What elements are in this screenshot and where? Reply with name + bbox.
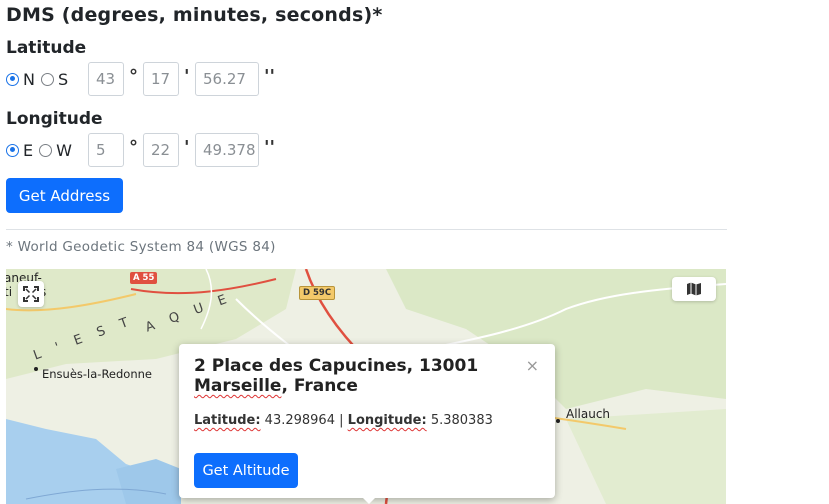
longitude-minute-symbol: ' xyxy=(184,137,190,158)
popup-coordinates: Latitude: 43.298964 | Longitude: 5.38038… xyxy=(194,413,493,428)
latitude-second-symbol: '' xyxy=(264,66,276,87)
longitude-hemisphere-group: E W xyxy=(6,133,78,167)
popup-longitude-label: Longitude: xyxy=(347,413,427,428)
expand-icon xyxy=(23,286,39,302)
wgs84-footnote: * World Geodetic System 84 (WGS 84) xyxy=(6,239,276,255)
longitude-seconds-input[interactable]: 49.378 xyxy=(195,133,259,167)
latitude-south-radio[interactable] xyxy=(40,72,54,86)
map-icon xyxy=(687,282,701,296)
popup-separator: | xyxy=(339,413,344,428)
get-altitude-button[interactable]: Get Altitude xyxy=(194,453,298,488)
popup-address-line1: 2 Place des Capucines, 13001 xyxy=(194,356,479,376)
longitude-degree-symbol: ° xyxy=(129,137,138,158)
map-layers-button[interactable] xyxy=(672,277,716,301)
longitude-second-symbol: '' xyxy=(264,137,276,158)
popup-tip xyxy=(359,494,379,504)
popup-address-city: Marseille xyxy=(194,376,282,396)
road-badge-a55: A 55 xyxy=(130,272,158,284)
longitude-east-radio[interactable] xyxy=(6,143,19,157)
map-label-ensues: Ensuès-la-Redonne xyxy=(42,367,152,381)
latitude-label: Latitude xyxy=(6,38,87,58)
latitude-north-label: N xyxy=(23,69,35,89)
popup-latitude-value: 43.298964 xyxy=(264,413,335,428)
latitude-south-label: S xyxy=(57,69,69,89)
latitude-minute-symbol: ' xyxy=(184,66,190,87)
longitude-label: Longitude xyxy=(6,109,103,129)
popup-latitude-label: Latitude: xyxy=(194,413,261,428)
map-label-allauch: Allauch xyxy=(566,407,611,421)
popup-longitude-value: 5.380383 xyxy=(430,413,493,428)
latitude-degree-symbol: ° xyxy=(129,66,138,87)
longitude-east-label: E xyxy=(23,140,34,160)
latitude-seconds-input[interactable]: 56.27 xyxy=(195,62,259,96)
longitude-degrees-input[interactable]: 5 xyxy=(88,133,124,167)
longitude-west-label: W xyxy=(56,140,72,160)
get-address-button[interactable]: Get Address xyxy=(6,178,123,213)
address-popup: 2 Place des Capucines, 13001 Marseille, … xyxy=(179,344,555,504)
latitude-north-radio[interactable] xyxy=(6,72,19,86)
road-badge-d59c: D 59C xyxy=(299,286,336,300)
popup-address-rest: , France xyxy=(281,376,358,396)
popup-address: 2 Place des Capucines, 13001 Marseille, … xyxy=(194,356,514,396)
divider xyxy=(6,229,727,230)
page-title: DMS (degrees, minutes, seconds)* xyxy=(6,4,383,26)
longitude-west-radio[interactable] xyxy=(39,143,53,157)
latitude-hemisphere-group: N S xyxy=(6,62,74,96)
longitude-minutes-input[interactable]: 22 xyxy=(143,133,179,167)
fullscreen-button[interactable] xyxy=(18,281,44,307)
popup-close-button[interactable]: × xyxy=(526,356,539,375)
map-label-edge-2: ti xyxy=(6,285,13,299)
latitude-degrees-input[interactable]: 43 xyxy=(88,62,124,96)
latitude-minutes-input[interactable]: 17 xyxy=(143,62,179,96)
